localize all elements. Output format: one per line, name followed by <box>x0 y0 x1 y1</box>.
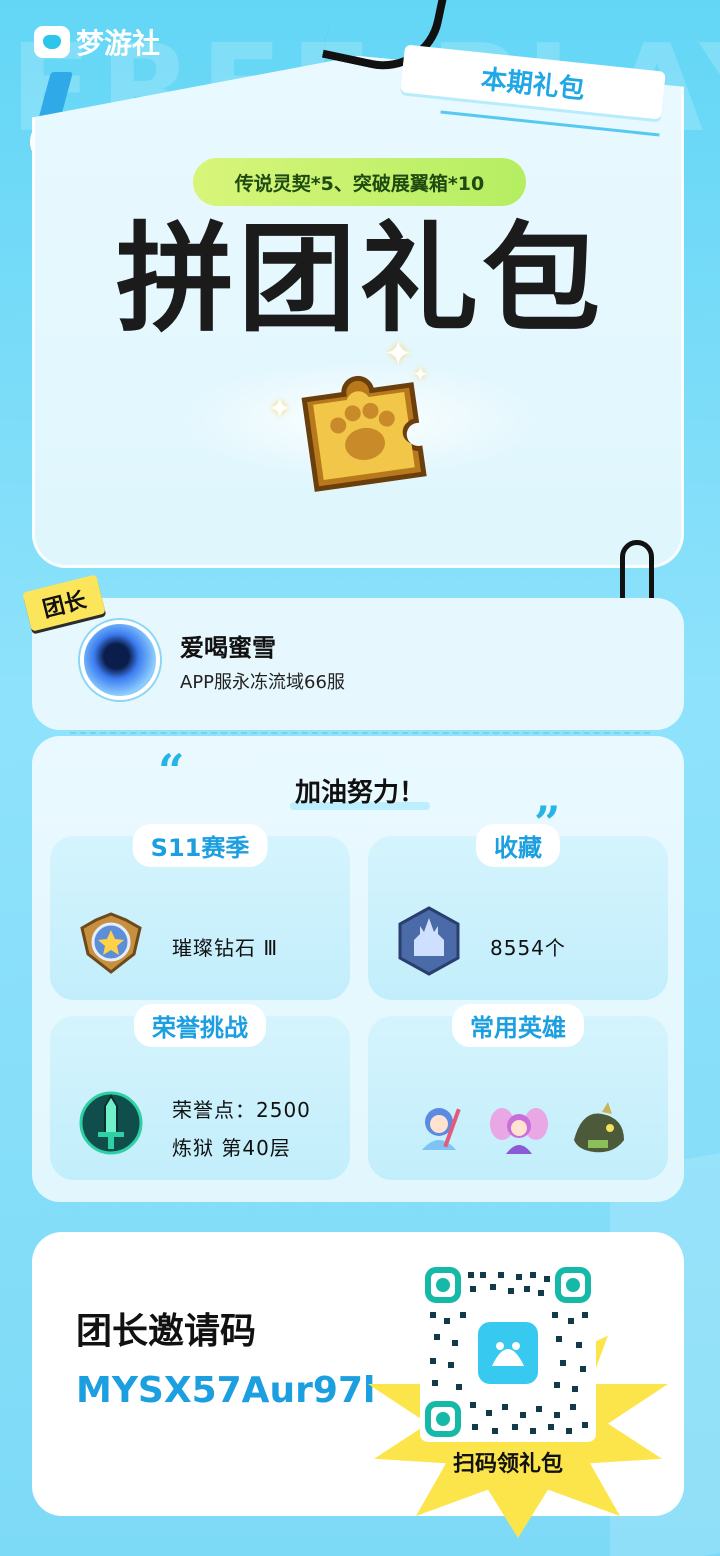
stat-tile-season: S11赛季 璀璨钻石 Ⅲ <box>50 824 350 1000</box>
hero-avatar-icon <box>490 1108 548 1154</box>
castle-badge-icon <box>398 906 460 976</box>
divider <box>70 732 650 734</box>
qr-caption: 扫码领礼包 <box>452 1452 563 1477</box>
avatar <box>80 620 160 700</box>
stat-title: 荣誉挑战 <box>134 1004 266 1047</box>
stat-title: 常用英雄 <box>452 1004 584 1047</box>
stat-line: 荣誉点：2500 <box>172 1098 311 1122</box>
rewards-pill: 传说灵契*5、突破展翼箱*10 <box>193 158 526 206</box>
sword-badge-icon <box>79 1091 143 1155</box>
qr-code[interactable] <box>420 1262 596 1442</box>
stat-line: 璀璨钻石 Ⅲ <box>172 936 279 960</box>
stat-tile-honor: 荣誉挑战 荣誉点：2500 炼狱 第40层 <box>50 1004 350 1180</box>
sparkle-icon: ✦ <box>268 392 292 425</box>
stat-line: 8554个 <box>490 936 566 960</box>
rank-badge-icon <box>80 912 142 974</box>
stat-tile-collection: 收藏 8554个 <box>368 824 668 1000</box>
invite-label: 团长邀请码 <box>76 1311 257 1352</box>
invite-code[interactable]: MYSX57Aur97l <box>76 1370 375 1411</box>
hero-avatar-icon <box>422 1108 461 1150</box>
stat-line: 炼狱 第40层 <box>172 1136 291 1160</box>
hero-avatar-icon <box>574 1102 624 1153</box>
app-logo: 梦游社 <box>34 22 160 62</box>
sparkle-icon: ✦ <box>384 334 413 374</box>
sparkle-icon: ✦ <box>412 362 429 386</box>
leader-server: APP服永冻流域66服 <box>180 672 345 693</box>
leader-name: 爱喝蜜雪 <box>180 634 276 662</box>
logo-icon <box>34 26 70 58</box>
stat-title: 收藏 <box>476 824 560 867</box>
brand-name: 梦游社 <box>76 27 161 60</box>
stat-title: S11赛季 <box>132 824 268 867</box>
stat-tile-heroes: 常用英雄 <box>368 1004 668 1180</box>
cheer-text: 加油努力！ <box>294 778 425 808</box>
page-title: 拼团礼包 <box>115 210 604 348</box>
